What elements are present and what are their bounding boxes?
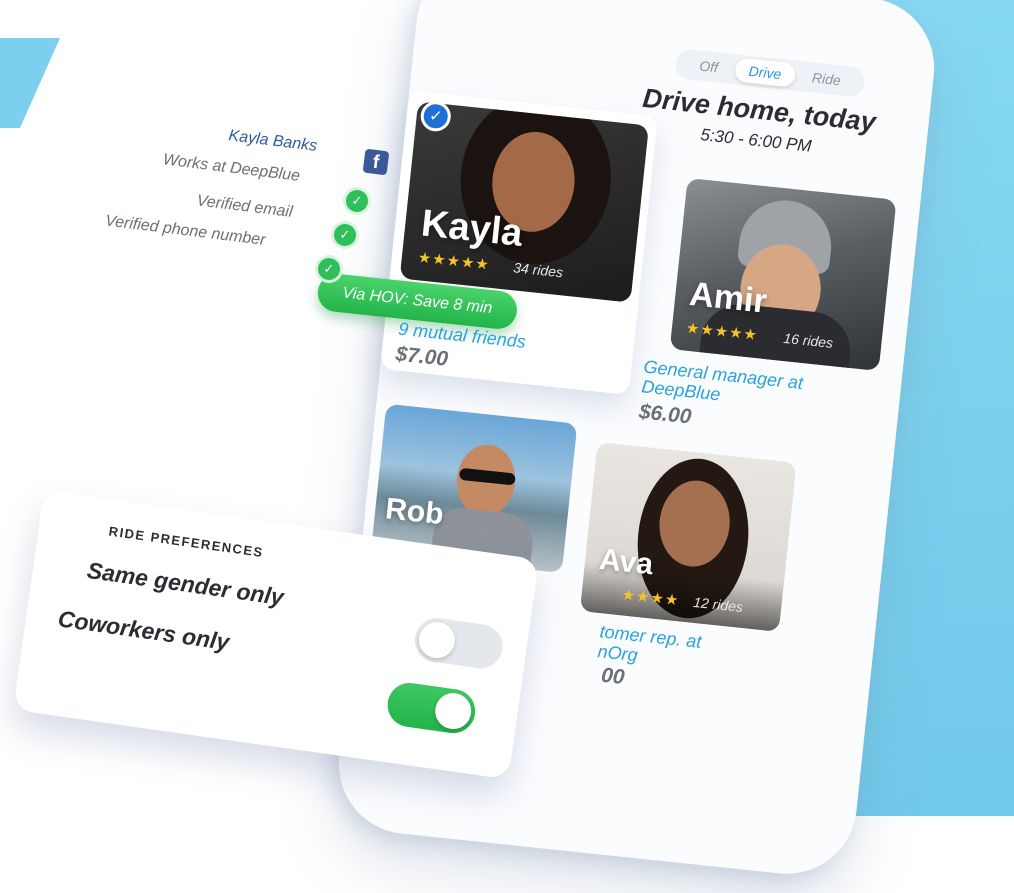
driver-name-kayla: Kayla xyxy=(419,202,525,255)
same-gender-toggle[interactable] xyxy=(412,615,506,672)
check-circle-icon: ✓ xyxy=(334,224,356,246)
rating-stars-kayla: ★★★★★ xyxy=(416,249,491,274)
driver-photo-amir[interactable]: Amir ★★★★★ 16 rides xyxy=(669,177,897,371)
ride-count-kayla: 34 rides xyxy=(512,259,564,281)
driver-photo-kayla[interactable]: Kayla ★★★★★ 34 rides xyxy=(399,101,649,303)
pref-label-coworkers: Coworkers only xyxy=(56,605,231,656)
driver-photo-ava[interactable]: Ava ★★★★ 12 rides xyxy=(579,441,797,632)
check-circle-icon: ✓ xyxy=(346,190,368,212)
facebook-icon: f xyxy=(362,148,390,176)
toggle-knob xyxy=(432,690,474,732)
pref-label-same-gender: Same gender only xyxy=(85,556,286,611)
driver-detail-ava-2: nOrg xyxy=(596,641,639,666)
preferences-header: RIDE PREFERENCES xyxy=(107,523,265,561)
driver-name-amir: Amir xyxy=(687,274,769,321)
segment-drive[interactable]: Drive xyxy=(733,57,797,88)
driver-price-ava: 00 xyxy=(600,663,626,690)
driver-name-rob: Rob xyxy=(383,492,446,532)
driver-name-ava: Ava xyxy=(597,542,655,582)
coworkers-toggle[interactable] xyxy=(384,680,479,736)
segment-ride[interactable]: Ride xyxy=(797,64,856,94)
check-circle-icon: ✓ xyxy=(318,258,340,280)
segment-off[interactable]: Off xyxy=(684,52,733,81)
toggle-knob xyxy=(416,619,458,661)
